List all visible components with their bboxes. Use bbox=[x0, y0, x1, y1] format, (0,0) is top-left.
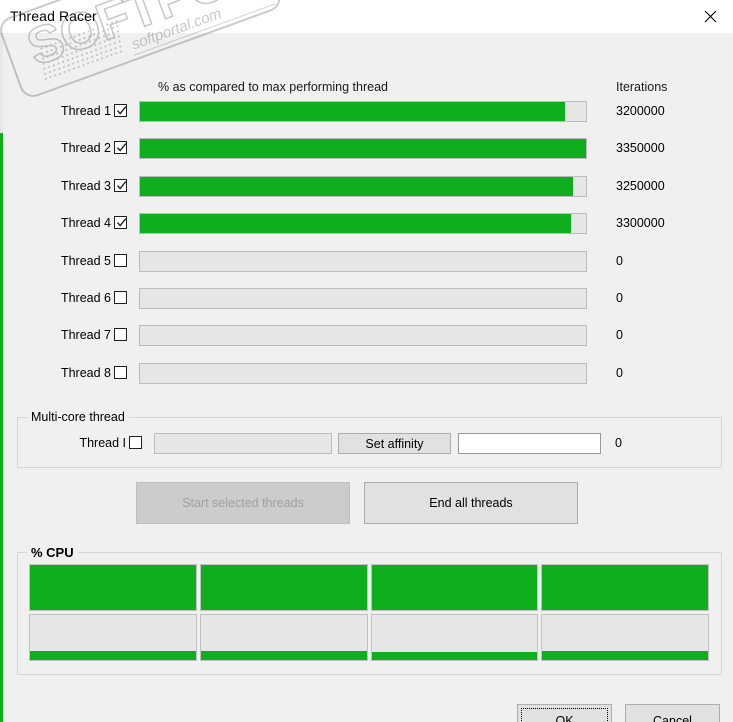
thread-progress-bar bbox=[139, 288, 587, 309]
checkmark-icon bbox=[116, 143, 127, 153]
thread-label: Thread 8 bbox=[60, 365, 111, 380]
thread-progress-bar bbox=[139, 325, 587, 347]
thread-label-wrap: Thread 5 bbox=[33, 251, 111, 271]
thread-racer-window: Thread Racer % as compared to max perfor… bbox=[0, 0, 733, 722]
iterations-header-label: Iterations bbox=[616, 80, 668, 94]
ok-button[interactable]: OK bbox=[517, 704, 612, 722]
cpu-gauge bbox=[29, 564, 197, 611]
thread-progress-fill bbox=[140, 139, 586, 159]
cpu-group-title: % CPU bbox=[27, 545, 78, 560]
thread-row: Thread 5 0 bbox=[3, 250, 733, 275]
thread-iterations-value: 3250000 bbox=[616, 178, 665, 193]
thread-checkbox-7[interactable] bbox=[114, 328, 127, 342]
checkmark-icon bbox=[116, 180, 127, 190]
multicore-iterations-value: 0 bbox=[615, 436, 622, 450]
multicore-thread-label: Thread I bbox=[79, 436, 126, 450]
thread-row: Thread 8 0 bbox=[3, 362, 733, 387]
cpu-usage-group: % CPU bbox=[17, 545, 722, 675]
thread-row: Thread 3 3250000 bbox=[3, 175, 733, 200]
affinity-input[interactable] bbox=[458, 433, 601, 454]
thread-label-wrap: Thread 6 bbox=[33, 288, 111, 308]
thread-checkbox-5[interactable] bbox=[114, 253, 127, 267]
thread-label-wrap: Thread 7 bbox=[33, 325, 111, 345]
cpu-gauge-fill bbox=[371, 652, 538, 660]
set-affinity-button[interactable]: Set affinity bbox=[338, 433, 451, 454]
thread-iterations-value: 0 bbox=[616, 253, 623, 268]
multicore-group-title: Multi-core thread bbox=[27, 410, 129, 424]
cancel-button[interactable]: Cancel bbox=[625, 704, 720, 722]
thread-iterations-value: 0 bbox=[616, 291, 623, 305]
cpu-gauge-fill bbox=[542, 565, 708, 610]
thread-progress-bar bbox=[139, 362, 587, 384]
cpu-gauge bbox=[541, 564, 709, 611]
thread-row: Thread 6 0 bbox=[3, 288, 733, 312]
thread-iterations-value: 3200000 bbox=[616, 104, 665, 118]
multicore-thread-checkbox[interactable] bbox=[129, 436, 142, 449]
cpu-gauge-fill bbox=[542, 650, 708, 660]
thread-label: Thread 4 bbox=[60, 216, 111, 231]
cpu-gauge bbox=[29, 614, 197, 661]
thread-label-wrap: Thread 8 bbox=[33, 363, 111, 383]
client-area: % as compared to max performing thread I… bbox=[3, 33, 733, 722]
thread-iterations-value: 3350000 bbox=[616, 141, 665, 156]
thread-progress-bar bbox=[139, 175, 587, 197]
cpu-gauge bbox=[199, 564, 368, 611]
thread-progress-bar bbox=[139, 213, 587, 235]
cpu-gauge bbox=[541, 614, 709, 661]
thread-label: Thread 6 bbox=[60, 291, 111, 305]
thread-row: Thread 2 3350000 bbox=[3, 138, 733, 162]
thread-label: Thread 2 bbox=[60, 141, 111, 156]
thread-row: Thread 7 0 bbox=[3, 325, 733, 349]
thread-progress-bar bbox=[139, 138, 587, 160]
thread-iterations-value: 0 bbox=[616, 365, 623, 380]
cpu-gauge-fill bbox=[200, 650, 367, 660]
thread-label: Thread 1 bbox=[60, 104, 111, 118]
multicore-progress-bar bbox=[154, 433, 332, 454]
thread-iterations-value: 0 bbox=[616, 328, 623, 343]
thread-label: Thread 3 bbox=[60, 178, 111, 193]
thread-row: Thread 4 3300000 bbox=[3, 213, 733, 237]
cpu-gauge-fill bbox=[30, 565, 196, 610]
cpu-gauge bbox=[370, 564, 539, 611]
thread-checkbox-2[interactable] bbox=[114, 141, 127, 155]
thread-iterations-value: 3300000 bbox=[616, 216, 665, 231]
thread-progress-fill bbox=[140, 102, 565, 121]
checkmark-icon bbox=[116, 106, 127, 115]
thread-progress-bar bbox=[139, 250, 587, 272]
thread-progress-fill bbox=[140, 176, 573, 196]
thread-label-wrap: Thread 4 bbox=[33, 213, 111, 233]
start-selected-threads-button[interactable]: Start selected threads bbox=[136, 482, 350, 524]
thread-row: Thread 1 3200000 bbox=[3, 101, 733, 125]
cpu-gauge-fill bbox=[200, 565, 367, 610]
checkmark-icon bbox=[116, 218, 127, 227]
cpu-gauge-fill bbox=[30, 650, 196, 660]
thread-label: Thread 7 bbox=[60, 328, 111, 343]
thread-progress-fill bbox=[140, 214, 571, 234]
thread-checkbox-1[interactable] bbox=[114, 104, 127, 117]
thread-progress-bar bbox=[139, 101, 587, 122]
cpu-gauge-fill bbox=[371, 565, 538, 610]
thread-label-wrap: Thread 2 bbox=[33, 138, 111, 158]
window-title: Thread Racer bbox=[10, 8, 97, 24]
cpu-gauge bbox=[370, 614, 539, 661]
thread-checkbox-8[interactable] bbox=[114, 365, 127, 379]
thread-checkbox-3[interactable] bbox=[114, 178, 127, 192]
end-all-threads-button[interactable]: End all threads bbox=[364, 482, 578, 524]
focus-ring bbox=[521, 708, 608, 722]
cpu-gauge-grid bbox=[29, 564, 712, 664]
multicore-thread-group: Multi-core thread Thread I Set affinity … bbox=[17, 410, 722, 468]
title-bar: Thread Racer bbox=[0, 0, 733, 34]
cpu-gauge bbox=[199, 614, 368, 661]
close-button[interactable] bbox=[687, 0, 733, 32]
close-icon bbox=[704, 10, 716, 22]
compare-header-label: % as compared to max performing thread bbox=[158, 80, 388, 94]
thread-label: Thread 5 bbox=[60, 253, 111, 268]
thread-checkbox-6[interactable] bbox=[114, 291, 127, 304]
thread-checkbox-4[interactable] bbox=[114, 216, 127, 230]
thread-label-wrap: Thread 3 bbox=[33, 176, 111, 196]
thread-label-wrap: Thread 1 bbox=[33, 101, 111, 121]
